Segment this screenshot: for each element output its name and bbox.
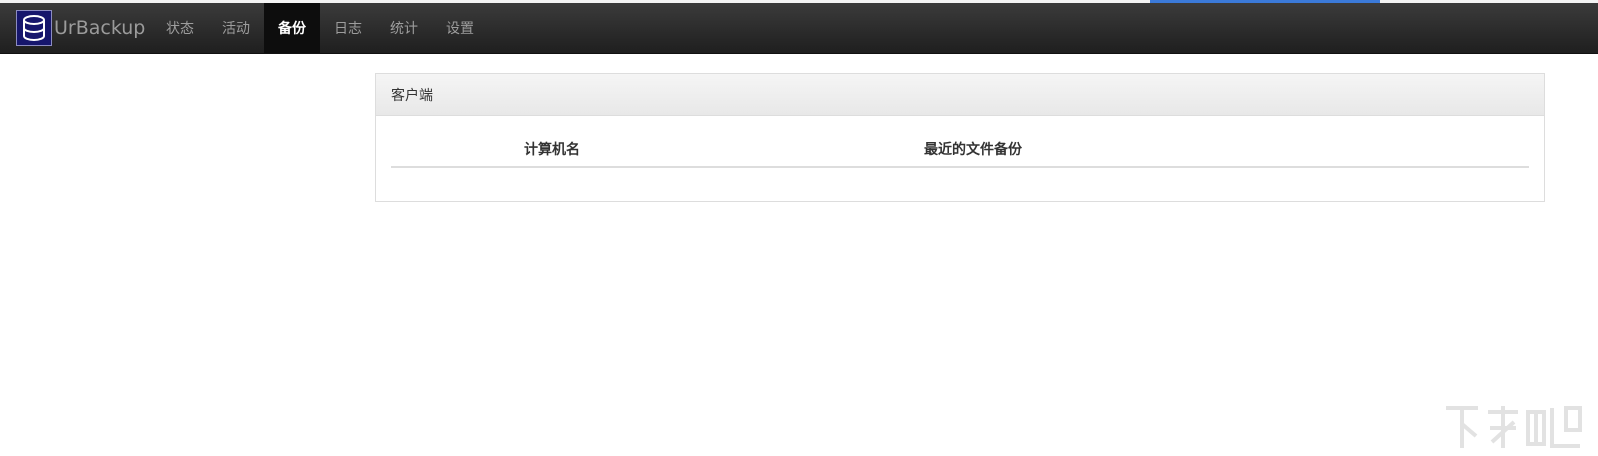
main-nav: 状态 活动 备份 日志 统计 设置 <box>152 3 488 53</box>
clients-panel: 客户端 计算机名 最近的文件备份 <box>375 73 1545 202</box>
column-header-last-file-backup[interactable]: 最近的文件备份 <box>924 139 1022 159</box>
watermark-logo-icon <box>1446 406 1582 448</box>
column-header-computer-name[interactable]: 计算机名 <box>524 139 580 159</box>
navbar: UrBackup 状态 活动 备份 日志 统计 设置 <box>0 3 1598 54</box>
panel-title: 客户端 <box>376 74 1544 116</box>
brand[interactable]: UrBackup <box>16 9 145 47</box>
database-icon <box>16 10 52 46</box>
nav-item-status[interactable]: 状态 <box>152 3 208 53</box>
nav-item-settings[interactable]: 设置 <box>432 3 488 53</box>
nav-item-logs[interactable]: 日志 <box>320 3 376 53</box>
nav-item-activities[interactable]: 活动 <box>208 3 264 53</box>
clients-table-header: 计算机名 最近的文件备份 <box>391 116 1529 168</box>
nav-item-statistics[interactable]: 统计 <box>376 3 432 53</box>
nav-item-backups[interactable]: 备份 <box>264 3 320 53</box>
brand-name: UrBackup <box>54 17 146 39</box>
